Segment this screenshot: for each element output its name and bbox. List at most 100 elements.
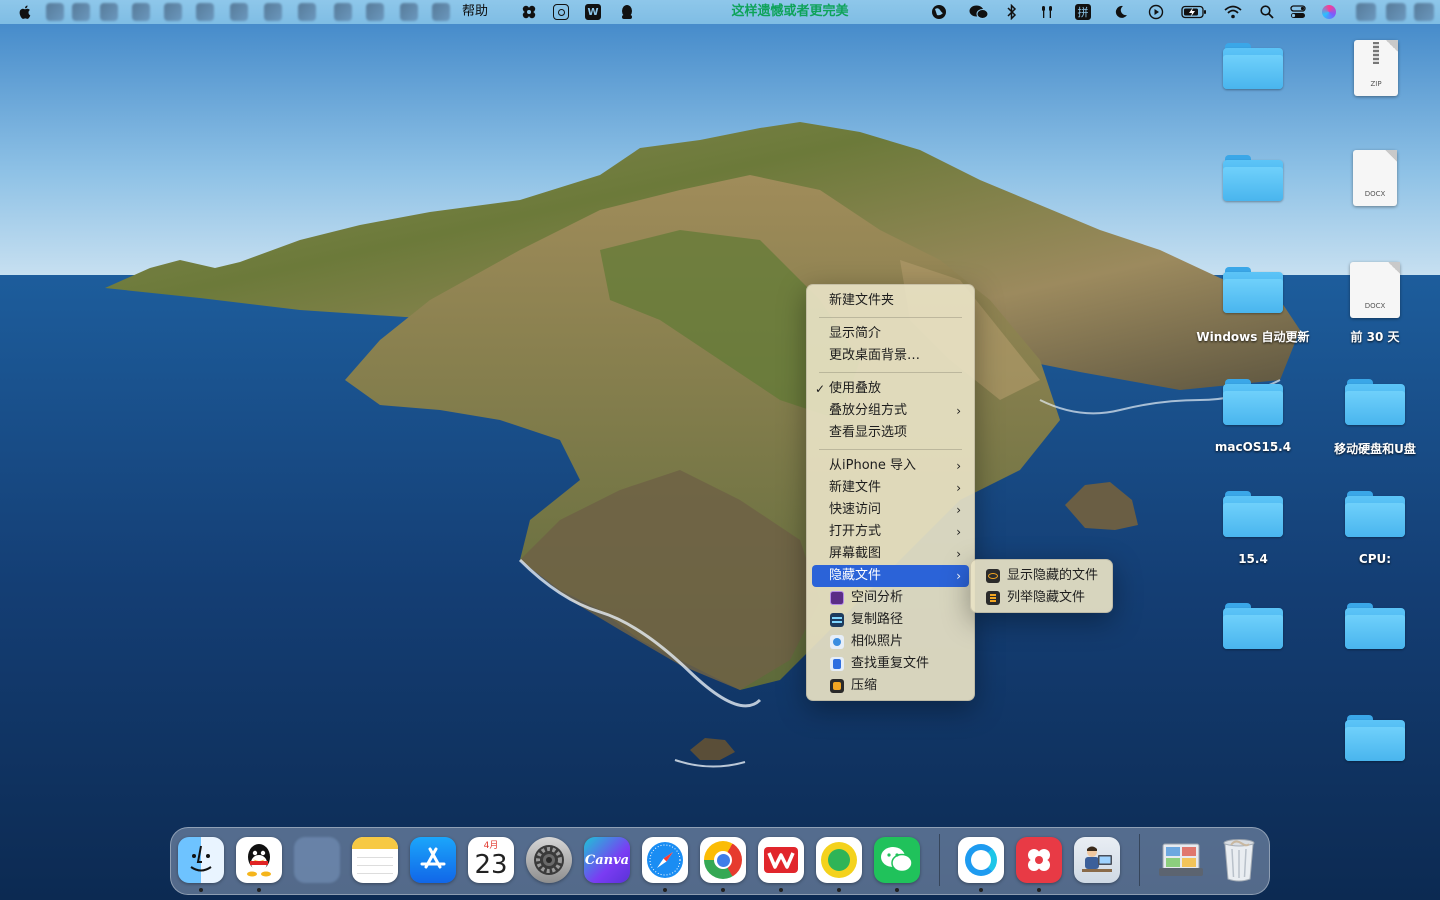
status-app-icon[interactable] (366, 3, 384, 21)
menu-item-similar-photos[interactable]: 相似照片 (812, 631, 969, 653)
menu-item-space-analysis[interactable]: 空间分析 (812, 587, 969, 609)
status-app-icon[interactable] (72, 3, 90, 21)
promo-text: 这样遗憾或者更完美 (731, 4, 849, 19)
menu-item-show-hidden-files[interactable]: 显示隐藏的文件 (976, 565, 1107, 587)
hidden-files-submenu: 显示隐藏的文件 列举隐藏文件 (970, 559, 1113, 613)
canva-icon[interactable]: Canva (584, 837, 630, 883)
calendar-icon[interactable]: 4月 23 (468, 837, 514, 883)
menu-item-new-file[interactable]: 新建文件 › (812, 477, 969, 499)
search-icon[interactable] (1258, 3, 1276, 21)
menu-item-new-folder[interactable]: 新建文件夹 (812, 290, 969, 312)
menu-item-import-from-iphone[interactable]: 从iPhone 导入 › (812, 455, 969, 477)
desktop-icon-label[interactable]: 前 30 天 (1310, 328, 1440, 345)
battery-charging-icon[interactable] (1180, 3, 1208, 21)
desktop-icon-label[interactable]: macOS15.4 (1188, 440, 1318, 454)
blank-app-icon[interactable] (294, 837, 340, 883)
folder-icon[interactable] (1223, 155, 1283, 201)
status-app-icon[interactable] (46, 3, 64, 21)
globe-icon[interactable] (930, 3, 948, 21)
menu-item-compress[interactable]: 压缩 (812, 675, 969, 697)
folder-icon[interactable] (1223, 43, 1283, 89)
desktop-icon-label[interactable]: CPU: (1310, 552, 1440, 566)
wifi-icon[interactable] (1224, 3, 1242, 21)
menu-item-quick-access[interactable]: 快速访问 › (812, 499, 969, 521)
folder-icon[interactable] (1345, 715, 1405, 761)
status-app-icon[interactable] (196, 3, 214, 21)
status-app-icon[interactable] (132, 3, 150, 21)
zip-file-icon[interactable]: ZIP (1354, 40, 1398, 96)
menu-item-group-stacks-by[interactable]: 叠放分组方式 › (812, 400, 969, 422)
status-app-icon[interactable] (1414, 3, 1434, 21)
status-app-icon[interactable] (334, 3, 352, 21)
menu-bar: 帮助 W 这样遗憾或者更完美 拼 (0, 0, 1440, 24)
folder-icon[interactable] (1223, 491, 1283, 537)
chevron-right-icon: › (956, 569, 961, 583)
notes-icon[interactable] (352, 837, 398, 883)
pinwheel-icon[interactable] (1016, 837, 1062, 883)
menu-item-open-with[interactable]: 打开方式 › (812, 521, 969, 543)
menu-item-view-options[interactable]: 查看显示选项 (812, 422, 969, 444)
docx-file-icon[interactable]: DOCX (1353, 150, 1397, 206)
moon-icon[interactable] (1112, 3, 1130, 21)
folder-icon[interactable] (1345, 603, 1405, 649)
menu-item-find-duplicates[interactable]: 查找重复文件 (812, 653, 969, 675)
qq-icon[interactable] (618, 3, 636, 21)
status-app-icon[interactable] (164, 3, 182, 21)
wechat-icon[interactable] (968, 3, 990, 21)
play-icon[interactable] (1147, 3, 1165, 21)
safari-icon[interactable] (642, 837, 688, 883)
control-center-icon[interactable] (1289, 3, 1307, 21)
menu-help[interactable]: 帮助 (462, 3, 488, 21)
menu-item-get-info[interactable]: 显示简介 (812, 323, 969, 345)
desktop-icon-label[interactable]: 15.4 (1188, 552, 1318, 566)
wps-icon[interactable] (758, 837, 804, 883)
person-at-desk-icon[interactable] (1074, 837, 1120, 883)
menu-separator (819, 317, 962, 318)
siri-icon[interactable] (1320, 3, 1338, 21)
wps-icon[interactable]: W (584, 3, 602, 21)
desktop-icon-label[interactable]: Windows 自动更新 (1188, 328, 1318, 345)
trash-icon[interactable] (1216, 837, 1262, 883)
qq-browser-icon[interactable] (552, 3, 570, 21)
finder-icon[interactable] (178, 837, 224, 883)
menu-item-change-wallpaper[interactable]: 更改桌面背景… (812, 345, 969, 367)
status-app-icon[interactable] (1386, 3, 1406, 21)
folder-icon[interactable] (1223, 379, 1283, 425)
checkmark-icon: ✓ (815, 382, 826, 396)
input-method-pin-icon[interactable]: 拼 (1074, 3, 1092, 21)
desktop-icon-label[interactable]: 移动硬盘和U盘 (1310, 440, 1440, 457)
menu-item-screenshot[interactable]: 屏幕截图 › (812, 543, 969, 565)
chevron-right-icon: › (956, 525, 961, 539)
similar-photos-icon (830, 635, 844, 649)
settings-gear-icon[interactable] (526, 837, 572, 883)
folder-icon[interactable] (1223, 603, 1283, 649)
folder-icon[interactable] (1345, 379, 1405, 425)
status-app-icon[interactable] (100, 3, 118, 21)
docx-file-icon[interactable]: DOCX (1350, 262, 1400, 318)
menu-item-list-hidden-files[interactable]: 列举隐藏文件 (976, 587, 1107, 609)
qq-icon[interactable] (236, 837, 282, 883)
status-app-icon[interactable] (1356, 3, 1376, 21)
space-analysis-icon (830, 591, 844, 605)
menu-item-copy-path[interactable]: 复制路径 (812, 609, 969, 631)
menu-item-use-stacks[interactable]: ✓ 使用叠放 (812, 378, 969, 400)
status-app-icon[interactable] (264, 3, 282, 21)
bluetooth-icon[interactable] (1003, 3, 1021, 21)
screenshot-folder-icon[interactable] (1158, 837, 1204, 883)
chrome-icon[interactable] (700, 837, 746, 883)
status-app-icon[interactable] (400, 3, 418, 21)
qq-browser-icon[interactable] (958, 837, 1004, 883)
app-store-icon[interactable] (410, 837, 456, 883)
wechat-icon[interactable] (874, 837, 920, 883)
menu-item-hidden-files[interactable]: 隐藏文件 › (812, 565, 969, 587)
airpods-icon[interactable] (1038, 3, 1056, 21)
status-app-icon[interactable] (432, 3, 450, 21)
status-app-icon[interactable] (230, 3, 248, 21)
pinwheel-icon[interactable] (520, 3, 538, 21)
apple-logo-icon[interactable] (16, 3, 34, 21)
folder-icon[interactable] (1345, 491, 1405, 537)
qq-music-icon[interactable] (816, 837, 862, 883)
running-indicator (257, 888, 261, 892)
status-app-icon[interactable] (298, 3, 316, 21)
folder-icon[interactable] (1223, 267, 1283, 313)
